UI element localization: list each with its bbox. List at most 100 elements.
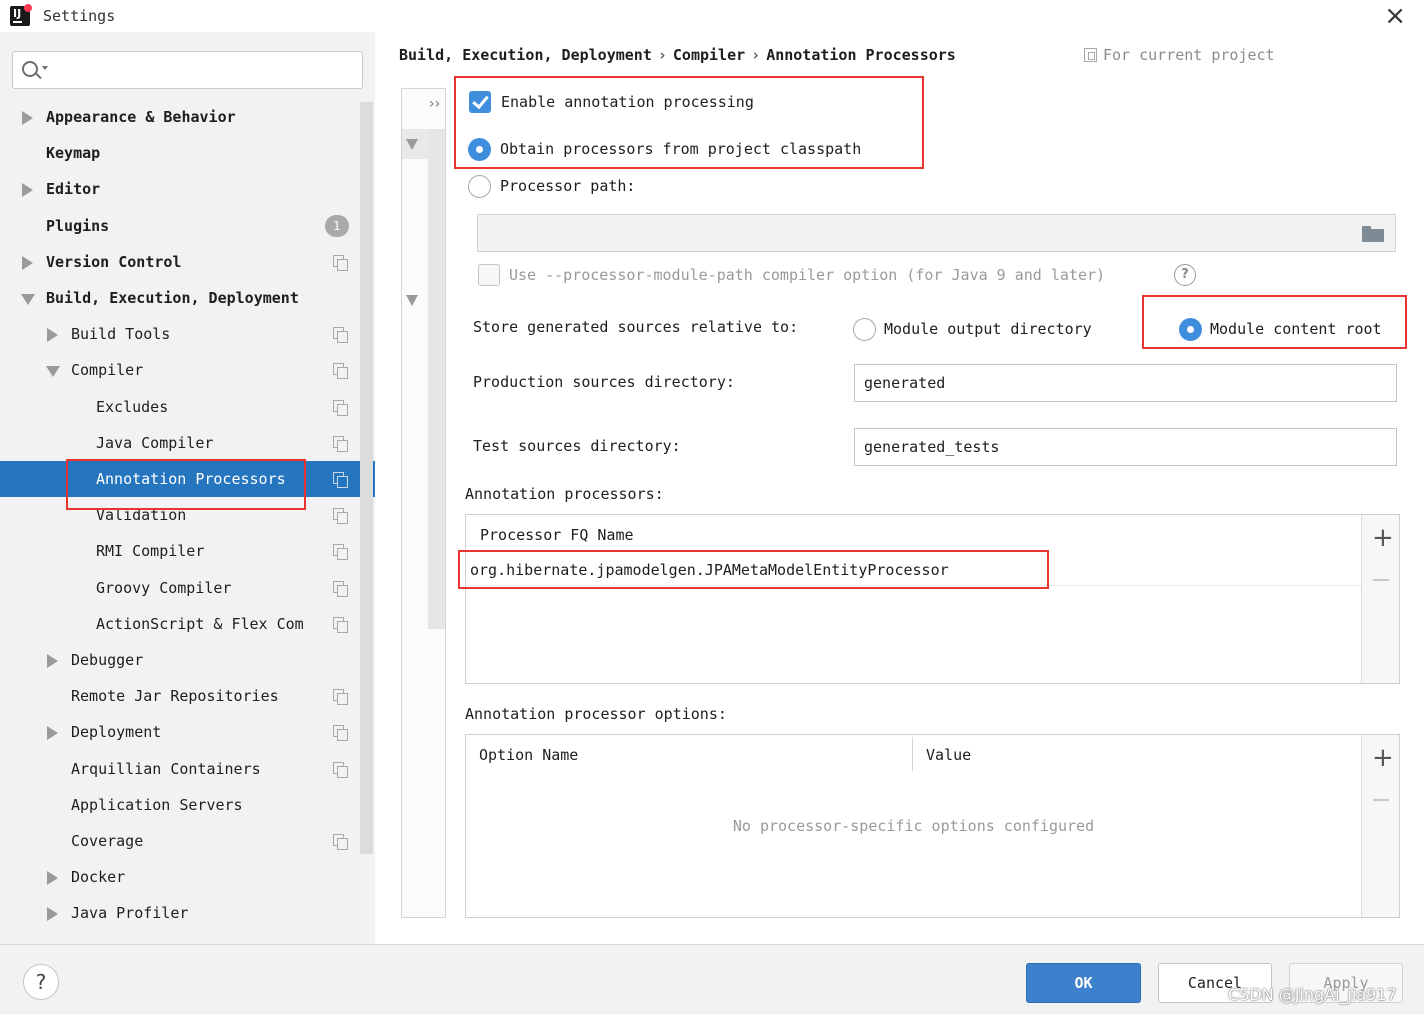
sidebar-item-plugins[interactable]: Plugins 1 xyxy=(0,208,375,244)
project-level-icon xyxy=(333,725,348,741)
title-bar: IJ Settings × xyxy=(0,0,1424,32)
fold-arrow-icon[interactable] xyxy=(406,295,418,306)
test-sources-label: Test sources directory: xyxy=(473,437,681,455)
sidebar-item-compiler[interactable]: Compiler xyxy=(0,352,375,388)
processor-module-path-label: Use --processor-module-path compiler opt… xyxy=(509,266,1106,284)
sidebar-item-editor[interactable]: Editor xyxy=(0,171,375,207)
ok-button[interactable]: OK xyxy=(1026,963,1141,1003)
sidebar-item-build-tools[interactable]: Build Tools xyxy=(0,316,375,352)
sidebar-item-deployment[interactable]: Deployment xyxy=(0,714,375,750)
breadcrumb-item: Build, Execution, Deployment xyxy=(399,46,652,64)
annotation-processors-table: Processor FQ Name org.hibernate.jpamodel… xyxy=(465,514,1400,684)
processor-path-field[interactable] xyxy=(477,214,1396,252)
collapsed-arrow-icon[interactable] xyxy=(22,256,33,270)
close-icon[interactable]: × xyxy=(1384,3,1406,29)
processor-path-label[interactable]: Processor path: xyxy=(500,177,635,195)
sidebar-item-label: Annotation Processors xyxy=(96,470,286,488)
module-content-root-radio[interactable] xyxy=(1179,318,1202,341)
obtain-from-classpath-label[interactable]: Obtain processors from project classpath xyxy=(500,140,861,158)
search-input[interactable] xyxy=(12,51,363,89)
sidebar-item-rmi-compiler[interactable]: RMI Compiler xyxy=(0,533,375,569)
module-output-directory-label[interactable]: Module output directory xyxy=(884,320,1092,338)
obtain-from-classpath-radio[interactable] xyxy=(468,138,491,161)
browse-folder-icon[interactable] xyxy=(1362,226,1384,242)
sidebar-item-coverage[interactable]: Coverage xyxy=(0,823,375,859)
collapsed-arrow-icon[interactable] xyxy=(47,654,58,668)
breadcrumb-item: Annotation Processors xyxy=(766,46,956,64)
remove-option-icon[interactable] xyxy=(1373,799,1389,801)
sidebar-item-label: Debugger xyxy=(71,651,144,669)
help-button[interactable]: ? xyxy=(23,964,59,1000)
collapsed-arrow-icon[interactable] xyxy=(47,726,58,740)
intellij-logo-icon: IJ xyxy=(10,4,32,26)
table-row[interactable]: org.hibernate.jpamodelgen.JPAMetaModelEn… xyxy=(470,561,949,579)
collapsed-arrow-icon[interactable] xyxy=(22,111,33,125)
project-level-icon xyxy=(333,363,348,379)
sidebar-item-keymap[interactable]: Keymap xyxy=(0,135,375,171)
collapsed-arrow-icon[interactable] xyxy=(47,871,58,885)
enable-annotation-processing-label[interactable]: Enable annotation processing xyxy=(501,93,754,111)
project-level-icon xyxy=(333,689,348,705)
column-header[interactable]: Processor FQ Name xyxy=(480,526,634,544)
processor-path-radio[interactable] xyxy=(468,175,491,198)
processor-module-path-checkbox[interactable] xyxy=(478,264,500,286)
sidebar-item-validation[interactable]: Validation xyxy=(0,497,375,533)
fold-arrow-icon[interactable] xyxy=(406,139,418,150)
module-output-directory-radio[interactable] xyxy=(853,318,876,341)
collapsed-arrow-icon[interactable] xyxy=(47,907,58,921)
project-level-icon xyxy=(333,508,348,524)
remove-processor-icon[interactable] xyxy=(1373,579,1389,581)
window-title: Settings xyxy=(43,7,116,25)
sidebar-item-label: Version Control xyxy=(46,253,182,271)
add-option-icon[interactable]: + xyxy=(1372,745,1394,771)
enable-annotation-processing-checkbox[interactable] xyxy=(469,91,491,113)
collapsed-arrow-icon[interactable] xyxy=(22,183,33,197)
help-icon[interactable]: ? xyxy=(1174,264,1196,286)
sidebar-item-label: Docker xyxy=(71,868,126,886)
sidebar-item-application-servers[interactable]: Application Servers xyxy=(0,787,375,823)
sidebar-item-label: Groovy Compiler xyxy=(96,579,232,597)
sidebar-item-remote-jar-repositories[interactable]: Remote Jar Repositories xyxy=(0,678,375,714)
sidebar-item-arquillian-containers[interactable]: Arquillian Containers xyxy=(0,751,375,787)
sidebar-item-docker[interactable]: Docker xyxy=(0,859,375,895)
column-header[interactable]: Value xyxy=(926,746,971,764)
sidebar-item-label: ActionScript & Flex Com xyxy=(96,615,304,633)
sidebar-item-label: Build, Execution, Deployment xyxy=(46,289,299,307)
sidebar-item-build-execution-deployment[interactable]: Build, Execution, Deployment xyxy=(0,280,375,316)
sidebar-item-debugger[interactable]: Debugger xyxy=(0,642,375,678)
breadcrumb-separator: › xyxy=(751,46,761,64)
sidebar-item-label: Remote Jar Repositories xyxy=(71,687,279,705)
expand-chevrons-icon[interactable]: ›› xyxy=(429,96,440,112)
expanded-arrow-icon[interactable] xyxy=(46,366,60,377)
sidebar-item-java-profiler[interactable]: Java Profiler xyxy=(0,895,375,931)
column-divider xyxy=(912,737,913,771)
dialog-footer: ? OK Cancel Apply CSDN @JingAi_jia917 xyxy=(0,944,1424,1014)
expanded-arrow-icon[interactable] xyxy=(21,294,35,305)
project-scope-icon xyxy=(1084,48,1097,62)
breadcrumb-item: Compiler xyxy=(672,46,746,64)
sidebar-item-excludes[interactable]: Excludes xyxy=(0,389,375,425)
gutter-scrollbar[interactable] xyxy=(428,129,445,629)
sidebar-item-annotation-processors[interactable]: Annotation Processors xyxy=(0,461,375,497)
add-processor-icon[interactable]: + xyxy=(1372,525,1394,551)
sidebar-item-appearance-behavior[interactable]: Appearance & Behavior xyxy=(0,99,375,135)
search-options-caret-icon[interactable] xyxy=(42,66,48,70)
sidebar-scrollbar[interactable] xyxy=(360,102,373,854)
breadcrumb: Build, Execution, Deployment › Compiler › An… xyxy=(399,46,956,64)
collapsed-arrow-icon[interactable] xyxy=(47,328,58,342)
sidebar-item-actionscript-flex-com[interactable]: ActionScript & Flex Com xyxy=(0,606,375,642)
sidebar-item-label: Deployment xyxy=(71,723,162,741)
project-level-icon xyxy=(333,581,348,597)
scope-text: For current project xyxy=(1103,46,1275,64)
column-header[interactable]: Option Name xyxy=(479,746,578,764)
production-sources-field[interactable]: generated xyxy=(854,364,1397,402)
sidebar-item-label: Compiler xyxy=(71,361,144,379)
module-content-root-label[interactable]: Module content root xyxy=(1210,320,1382,338)
project-level-icon xyxy=(333,762,348,778)
sidebar-item-java-compiler[interactable]: Java Compiler xyxy=(0,425,375,461)
sidebar-item-groovy-compiler[interactable]: Groovy Compiler xyxy=(0,570,375,606)
test-sources-field[interactable]: generated_tests xyxy=(854,428,1397,466)
sidebar-item-version-control[interactable]: Version Control xyxy=(0,244,375,280)
store-generated-label: Store generated sources relative to: xyxy=(473,318,799,336)
project-level-icon xyxy=(333,436,348,452)
